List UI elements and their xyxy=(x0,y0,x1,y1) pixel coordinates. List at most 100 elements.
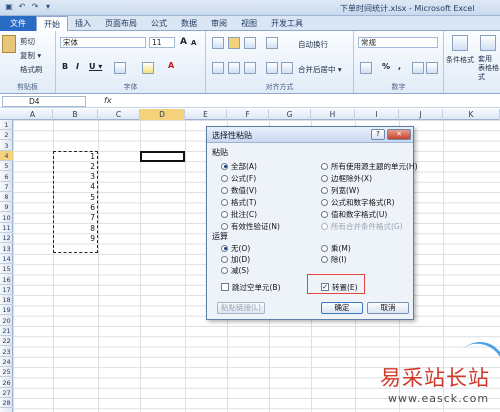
operation-divide[interactable]: 除(I) xyxy=(321,254,347,264)
number-format-combo[interactable]: 常规 xyxy=(358,37,438,48)
borders-icon[interactable] xyxy=(114,62,126,74)
row-header[interactable]: 13 xyxy=(0,244,13,254)
row-header[interactable]: 21 xyxy=(0,326,13,336)
tab-home[interactable]: 开始 xyxy=(36,16,68,32)
row-header[interactable]: 15 xyxy=(0,264,13,275)
undo-icon[interactable]: ↶ xyxy=(17,2,27,12)
row-header[interactable]: 6 xyxy=(0,172,13,182)
decrease-decimal-icon[interactable] xyxy=(426,62,438,74)
format-table-icon[interactable] xyxy=(480,35,496,51)
operation-none[interactable]: 无(O) xyxy=(221,243,250,253)
tab-file[interactable]: 文件 xyxy=(0,16,36,31)
font-name-combo[interactable]: 宋体 xyxy=(60,37,146,48)
paste-option-source-theme[interactable]: 所有使用源主题的单元(H) xyxy=(321,161,418,171)
row-header[interactable]: 23 xyxy=(0,347,13,357)
col-header-b[interactable]: B xyxy=(53,109,98,120)
row-header[interactable]: 3 xyxy=(0,141,13,151)
row-header[interactable]: 11 xyxy=(0,223,13,233)
tab-view[interactable]: 视图 xyxy=(234,16,264,31)
wrap-text-button[interactable]: 自动换行 xyxy=(298,39,328,50)
conditional-format-icon[interactable] xyxy=(452,35,468,51)
row-header[interactable]: 5 xyxy=(0,161,13,172)
paste-option-no-borders[interactable]: 边框除外(X) xyxy=(321,173,372,183)
col-header-f[interactable]: F xyxy=(227,109,269,120)
tab-insert[interactable]: 插入 xyxy=(68,16,98,31)
percent-style-button[interactable]: % xyxy=(382,62,390,71)
col-header-h[interactable]: H xyxy=(311,109,355,120)
increase-indent-icon[interactable] xyxy=(281,62,293,74)
col-header-i[interactable]: I xyxy=(355,109,399,120)
align-bottom-icon[interactable] xyxy=(244,37,256,49)
paste-icon[interactable] xyxy=(2,35,16,53)
paste-option-comments[interactable]: 批注(C) xyxy=(221,209,257,219)
orientation-icon[interactable] xyxy=(266,37,278,49)
skip-blanks-checkbox[interactable]: 跳过空单元(B) xyxy=(221,282,281,292)
row-header[interactable]: 9 xyxy=(0,202,13,213)
paste-option-values[interactable]: 数值(V) xyxy=(221,185,257,195)
row-header[interactable]: 4 xyxy=(0,150,13,161)
row-header[interactable]: 14 xyxy=(0,254,13,264)
tab-page-layout[interactable]: 页面布局 xyxy=(98,16,144,31)
row-header[interactable]: 2 xyxy=(0,130,13,141)
row-header[interactable]: 20 xyxy=(0,316,13,326)
align-left-icon[interactable] xyxy=(212,62,224,74)
tab-review[interactable]: 审阅 xyxy=(204,16,234,31)
col-header-j[interactable]: J xyxy=(399,109,443,120)
row-header[interactable]: 16 xyxy=(0,275,13,285)
accounting-format-icon[interactable] xyxy=(360,62,372,74)
row-header[interactable]: 1 xyxy=(0,120,13,130)
redo-icon[interactable]: ↷ xyxy=(30,2,40,12)
close-button[interactable]: ✕ xyxy=(387,129,411,140)
conditional-format-button[interactable]: 条件格式 xyxy=(446,55,474,65)
align-top-icon[interactable] xyxy=(212,37,224,49)
italic-button[interactable]: I xyxy=(76,62,79,71)
active-cell-d4[interactable] xyxy=(140,151,185,162)
bold-button[interactable]: B xyxy=(62,62,68,71)
paste-option-values-numbers[interactable]: 值和数字格式(U) xyxy=(321,209,387,219)
row-header[interactable]: 24 xyxy=(0,357,13,367)
merge-center-button[interactable]: 合并后居中 ▾ xyxy=(298,64,342,75)
comma-style-button[interactable]: , xyxy=(398,62,401,71)
cut-button[interactable]: 剪切 xyxy=(20,36,35,47)
paste-option-validation[interactable]: 有效性验证(N) xyxy=(221,221,280,231)
format-painter-button[interactable]: 格式刷 xyxy=(20,64,43,75)
row-header[interactable]: 18 xyxy=(0,295,13,306)
cancel-button[interactable]: 取消 xyxy=(367,302,409,314)
copy-button[interactable]: 复制 ▾ xyxy=(20,50,41,61)
row-header[interactable]: 27 xyxy=(0,388,13,398)
row-header[interactable]: 26 xyxy=(0,378,13,388)
operation-add[interactable]: 加(D) xyxy=(221,254,250,264)
paste-option-all[interactable]: 全部(A) xyxy=(221,161,257,171)
help-button[interactable]: ? xyxy=(371,129,385,140)
col-header-d[interactable]: D xyxy=(140,109,185,120)
row-header[interactable]: 8 xyxy=(0,192,13,203)
operation-subtract[interactable]: 减(S) xyxy=(221,265,249,275)
paste-option-formulas[interactable]: 公式(F) xyxy=(221,173,256,183)
row-header[interactable]: 12 xyxy=(0,233,13,244)
save-icon[interactable]: ▣ xyxy=(4,2,14,12)
name-box[interactable]: D4 xyxy=(2,96,86,107)
row-header[interactable]: 10 xyxy=(0,213,13,223)
tab-data[interactable]: 数据 xyxy=(174,16,204,31)
fx-icon[interactable]: fx xyxy=(104,96,112,105)
shrink-font-button[interactable]: A xyxy=(191,39,196,47)
row-header[interactable]: 17 xyxy=(0,285,13,295)
col-header-a[interactable]: A xyxy=(13,109,53,120)
paste-option-formats[interactable]: 格式(T) xyxy=(221,197,256,207)
col-header-c[interactable]: C xyxy=(98,109,140,120)
align-middle-icon[interactable] xyxy=(228,37,240,49)
paste-option-column-widths[interactable]: 列宽(W) xyxy=(321,185,359,195)
row-header[interactable]: 28 xyxy=(0,398,13,409)
col-header-e[interactable]: E xyxy=(185,109,227,120)
font-size-combo[interactable]: 11 xyxy=(149,37,175,48)
row-header[interactable]: 7 xyxy=(0,182,13,192)
fill-color-icon[interactable] xyxy=(142,62,154,74)
align-right-icon[interactable] xyxy=(244,62,256,74)
underline-button[interactable]: U ▾ xyxy=(89,62,102,71)
row-header[interactable]: 22 xyxy=(0,336,13,347)
increase-decimal-icon[interactable] xyxy=(412,62,424,74)
grow-font-button[interactable]: A xyxy=(180,37,187,47)
customize-qat-icon[interactable]: ▾ xyxy=(43,2,53,12)
paste-option-formulas-numbers[interactable]: 公式和数字格式(R) xyxy=(321,197,395,207)
operation-multiply[interactable]: 乘(M) xyxy=(321,243,351,253)
